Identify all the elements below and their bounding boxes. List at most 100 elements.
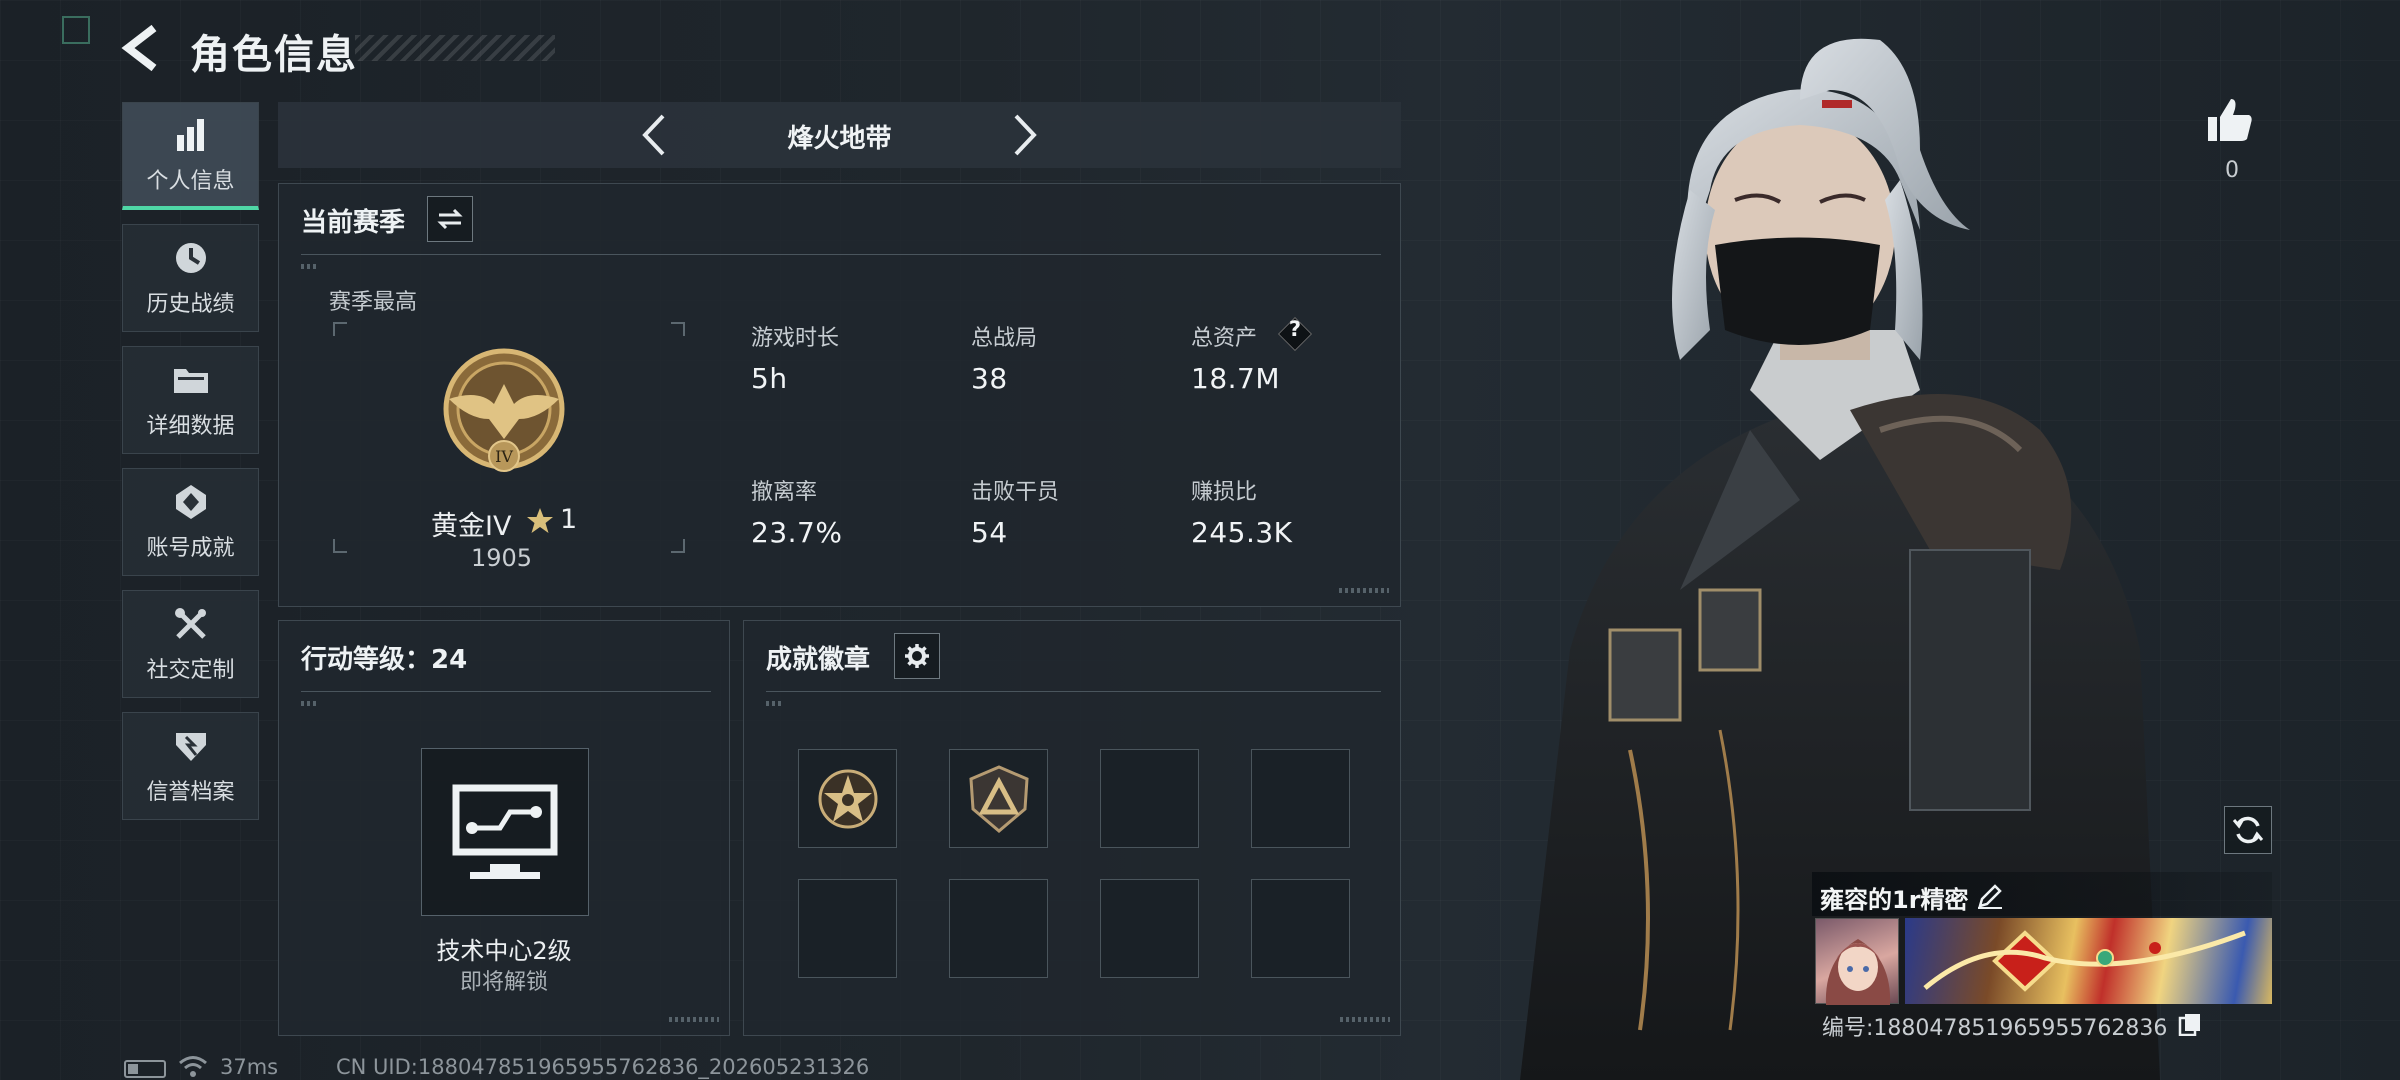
star-icon bbox=[527, 508, 553, 533]
badge-slot-8[interactable] bbox=[1251, 879, 1350, 978]
sidebar-item-history[interactable]: 历史战绩 bbox=[122, 224, 259, 332]
season-best-label: 赛季最高 bbox=[329, 290, 418, 315]
title-stripe-decoration bbox=[355, 35, 555, 61]
stat-value: 38 bbox=[971, 362, 1008, 395]
sidebar-item-achievements[interactable]: 账号成就 bbox=[122, 468, 259, 576]
sidebar-item-label: 账号成就 bbox=[146, 536, 235, 561]
badge-slot-7[interactable] bbox=[1100, 879, 1199, 978]
avatar[interactable] bbox=[1815, 918, 1899, 1005]
unlock-status: 即将解锁 bbox=[459, 970, 548, 995]
divider bbox=[301, 254, 1381, 255]
unlock-name: 技术中心2级 bbox=[436, 937, 572, 965]
svg-text:IV: IV bbox=[495, 447, 513, 466]
help-icon: ? bbox=[1288, 317, 1302, 341]
stat-label: 赚损比 bbox=[1191, 480, 1258, 505]
badge-slot-3[interactable] bbox=[1100, 749, 1199, 848]
rank-stars: 1 bbox=[560, 504, 578, 535]
divider bbox=[301, 691, 711, 692]
badges-panel: 成就徽章 bbox=[743, 620, 1401, 1036]
folder-icon bbox=[171, 360, 211, 400]
player-name: 雍容的1r精密 bbox=[1820, 886, 1969, 914]
action-level-panel: 行动等级：24 技术中心2级 即将解锁 bbox=[278, 620, 730, 1036]
player-id: 编号:18804785196595576​2836 bbox=[1822, 1016, 2168, 1041]
sidebar-item-label: 个人信息 bbox=[146, 168, 235, 194]
panel-decoration bbox=[301, 264, 319, 269]
page-title: 角色信息 bbox=[190, 32, 358, 78]
stat-value: 245.3K bbox=[1191, 516, 1293, 549]
panel-decoration bbox=[1339, 588, 1389, 593]
switch-season-button[interactable] bbox=[427, 196, 473, 242]
stat-label: 击败干员 bbox=[971, 480, 1060, 505]
sidebar-item-credit-profile[interactable]: 信誉档案 bbox=[122, 712, 259, 820]
star-badge-icon bbox=[818, 769, 877, 828]
swap-icon bbox=[437, 208, 463, 230]
history-icon bbox=[171, 238, 211, 278]
like-button[interactable] bbox=[2205, 95, 2255, 145]
sidebar-item-label: 社交定制 bbox=[146, 658, 235, 683]
badges-title: 成就徽章 bbox=[766, 645, 871, 675]
sidebar-item-label: 详细数据 bbox=[146, 414, 235, 439]
sidebar-item-personal-info[interactable]: 个人信息 bbox=[122, 102, 259, 210]
wifi-icon bbox=[179, 1056, 207, 1077]
panel-decoration bbox=[1340, 1017, 1390, 1022]
avatar-portrait-icon bbox=[1825, 939, 1891, 1005]
pencil-icon bbox=[1978, 884, 2002, 909]
back-button[interactable] bbox=[120, 24, 168, 72]
stat-label: 总资产 bbox=[1191, 326, 1258, 351]
rotate-icon bbox=[2232, 816, 2264, 844]
corner-decoration bbox=[62, 16, 90, 44]
sidebar-item-detailed-data[interactable]: 详细数据 bbox=[122, 346, 259, 454]
panel-decoration bbox=[301, 701, 319, 706]
name-card-banner[interactable] bbox=[1905, 918, 2272, 1004]
credit-icon bbox=[171, 726, 211, 766]
gear-icon bbox=[905, 644, 929, 668]
rank-name: 黄金IV bbox=[431, 511, 512, 542]
badge-slot-6[interactable] bbox=[949, 879, 1048, 978]
mode-tab-bar: 烽火地带 bbox=[278, 102, 1401, 168]
triangle-badge-icon bbox=[968, 764, 1029, 833]
battery-icon bbox=[124, 1060, 166, 1078]
stat-value: 23.7% bbox=[751, 516, 843, 549]
unlock-icon-frame[interactable] bbox=[421, 748, 589, 916]
next-mode-button[interactable] bbox=[1004, 112, 1044, 158]
badge-slot-4[interactable] bbox=[1251, 749, 1350, 848]
monitor-icon bbox=[452, 784, 558, 879]
frame-corner bbox=[671, 539, 685, 553]
sidebar-item-social-custom[interactable]: 社交定制 bbox=[122, 590, 259, 698]
season-panel: 当前赛季 赛季最高 IV 黄金IV 1 1905 游戏时长 5h 总战局 38 … bbox=[278, 183, 1401, 607]
stat-value: 5h bbox=[751, 362, 788, 395]
stat-label: 游戏时长 bbox=[751, 326, 840, 351]
copy-icon bbox=[2178, 1014, 2200, 1037]
stat-label: 总战局 bbox=[971, 326, 1038, 351]
bar-chart-icon bbox=[171, 115, 211, 155]
badge-slot-5[interactable] bbox=[798, 879, 897, 978]
chevron-right-icon bbox=[1014, 114, 1037, 156]
sidebar-item-label: 信誉档案 bbox=[146, 780, 235, 805]
panel-decoration bbox=[766, 701, 784, 706]
stat-value: 18.7M bbox=[1191, 362, 1281, 395]
stat-value: 54 bbox=[971, 516, 1008, 549]
back-arrow-icon bbox=[121, 24, 157, 72]
uid-text: CN UID:18804785196595576​2836_2026052313… bbox=[336, 1055, 870, 1079]
sidebar-item-label: 历史战绩 bbox=[146, 292, 235, 317]
mode-name: 烽火地带 bbox=[787, 124, 892, 154]
ping-text: 37ms bbox=[220, 1055, 279, 1079]
stat-label: 撤离率 bbox=[751, 480, 818, 505]
season-title: 当前赛季 bbox=[301, 208, 406, 238]
copy-id-button[interactable] bbox=[2178, 1012, 2202, 1037]
rank-emblem-icon: IV bbox=[443, 348, 565, 472]
rank-score: 1905 bbox=[471, 544, 533, 572]
like-count: 0 bbox=[2225, 158, 2239, 183]
tools-icon bbox=[171, 604, 211, 644]
panel-decoration bbox=[669, 1017, 719, 1022]
jewel-ornament-icon bbox=[1923, 930, 2246, 992]
achievement-icon bbox=[171, 482, 211, 522]
badge-slot-2[interactable] bbox=[949, 749, 1048, 848]
rotate-model-button[interactable] bbox=[2224, 806, 2272, 854]
badges-settings-button[interactable] bbox=[894, 633, 940, 679]
frame-corner bbox=[671, 322, 685, 336]
frame-corner bbox=[333, 322, 347, 336]
edit-name-button[interactable] bbox=[1976, 882, 2004, 910]
badge-slot-1[interactable] bbox=[798, 749, 897, 848]
frame-corner bbox=[333, 539, 347, 553]
